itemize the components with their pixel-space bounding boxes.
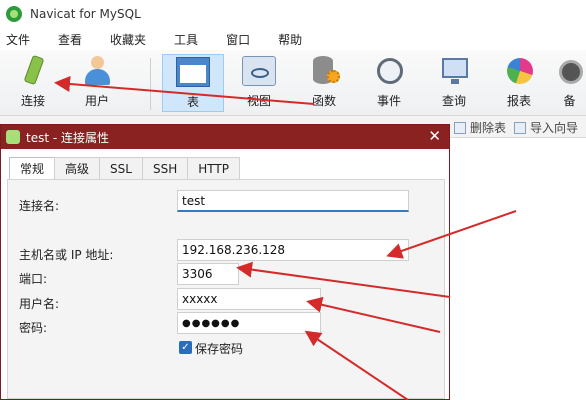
- arrow-to-connect: [54, 76, 315, 105]
- arrow-to-username: [306, 296, 441, 333]
- arrow-to-password: [304, 330, 409, 400]
- arrow-to-port: [236, 261, 451, 298]
- arrow-to-host: [386, 210, 517, 259]
- annotation-arrows: [54, 76, 517, 400]
